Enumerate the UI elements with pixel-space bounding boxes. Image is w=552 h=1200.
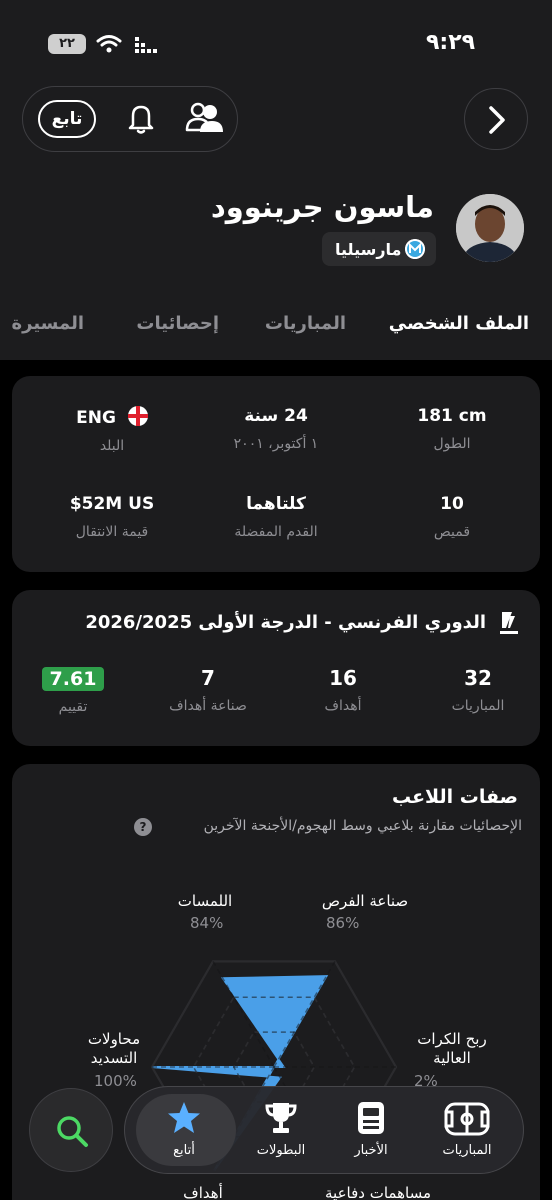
radar-pct-chances: 86% [326,914,360,932]
age-value: 24 سنة [244,406,308,426]
nav-label-matches: المباريات [442,1143,492,1158]
profile-header: ٢٢ ٩:٢٩ تابع ماسون جرينوود مارسيليا المل… [0,0,552,360]
stat-matches-label: المباريات [451,698,505,714]
foot-value: كلتاهما [246,494,306,514]
info-icon[interactable]: ? [134,818,152,836]
stat-assists: 7 صناعة أهداف [148,666,268,714]
shirt-cell: 10 قميص [372,494,532,540]
stat-goals-label: أهداف [324,698,362,714]
star-icon [168,1102,200,1133]
pitch-icon [444,1102,490,1136]
radar-label-goals: أهداف [183,1184,223,1200]
foot-cell: كلتاهما القدم المفضلة [196,494,356,540]
radar-label-defensive: مساهمات دفاعية [325,1184,431,1200]
nav-label-leagues: البطولات [256,1143,306,1158]
radar-label-shots: محاولات التسديد [87,1030,141,1067]
nav-item-leagues[interactable]: البطولات [236,1100,326,1158]
ligue1-logo-icon [500,612,518,634]
foot-label: القدم المفضلة [234,524,318,540]
height-value: 181 cm [417,406,487,426]
nav-item-following[interactable]: أتابع [139,1100,229,1158]
battery-indicator: ٢٢ [48,34,86,54]
country-cell: ENG البلد [32,406,192,454]
nav-label-following: أتابع [173,1143,195,1158]
market-value: $52M US [69,494,155,514]
england-flag-icon [127,406,148,426]
players-icon[interactable] [184,100,224,136]
status-time: ٩:٢٩ [426,30,476,55]
bell-icon[interactable] [124,101,158,135]
height-cell: 181 cm الطول [372,406,532,452]
age-cell: 24 سنة ١ أكتوبر، ٢٠٠١ [196,406,356,452]
tab-career[interactable]: المسيرة [12,313,84,334]
country-label: البلد [99,438,125,454]
tab-matches[interactable]: المباريات [265,313,346,334]
nav-label-news: الأخبار [354,1143,388,1158]
radar-label-touches: اللمسات [177,892,233,910]
club-logo-icon [405,239,425,259]
radar-label-chances: صناعة الفرص [321,892,409,910]
tab-profile[interactable]: الملف الشخصي [389,313,529,334]
tab-stats[interactable]: إحصائيات [136,313,219,334]
search-button[interactable] [29,1088,113,1172]
club-name: مارسيليا [335,240,402,259]
stat-rating-label: تقييم [58,699,88,715]
nav-item-news[interactable]: الأخبار [326,1100,416,1158]
height-label: الطول [433,436,471,452]
stat-assists-value: 7 [201,666,215,690]
trophy-icon [265,1103,297,1133]
stat-matches-value: 32 [464,666,492,690]
wifi-icon [96,35,122,53]
shirt-label: قميص [433,524,471,540]
market-value-cell: $52M US قيمة الانتقال [32,494,192,540]
radar-pct-touches: 84% [190,914,224,932]
stat-goals-value: 16 [329,666,357,690]
league-title: الدوري الفرنسي - الدرجة الأولى 2026/2025 [85,612,486,633]
market-value-label: قيمة الانتقال [75,524,149,540]
radar-pct-shots: 100% [94,1072,137,1090]
player-avatar [456,194,524,262]
stat-matches: 32 المباريات [418,666,538,714]
attributes-subtitle: الإحصائيات مقارنة بلاعبي وسط الهجوم/الأج… [203,818,522,834]
rating-badge: 7.61 [41,667,105,691]
profile-info-card: 181 cm الطول 24 سنة ١ أكتوبر، ٢٠٠١ ENG ا… [12,376,540,572]
search-icon [57,1116,88,1147]
radar-label-aerials: ربح الكرات العالية [417,1030,487,1067]
forward-button[interactable] [464,88,528,150]
attributes-title: صفات اللاعب [391,786,518,808]
birthdate-label: ١ أكتوبر، ٢٠٠١ [233,436,319,452]
signal-icon [135,37,157,53]
stat-assists-label: صناعة أهداف [169,698,247,714]
nav-item-matches[interactable]: المباريات [422,1102,512,1158]
follow-button[interactable]: تابع [38,100,96,138]
stat-rating: 7.61 تقييم [13,666,133,715]
country-value: ENG [76,408,116,428]
chevron-right-icon [489,106,505,134]
stat-goals: 16 أهداف [283,666,403,714]
shirt-value: 10 [440,494,464,514]
player-name: ماسون جرينوود [210,190,434,224]
news-icon [358,1102,384,1134]
